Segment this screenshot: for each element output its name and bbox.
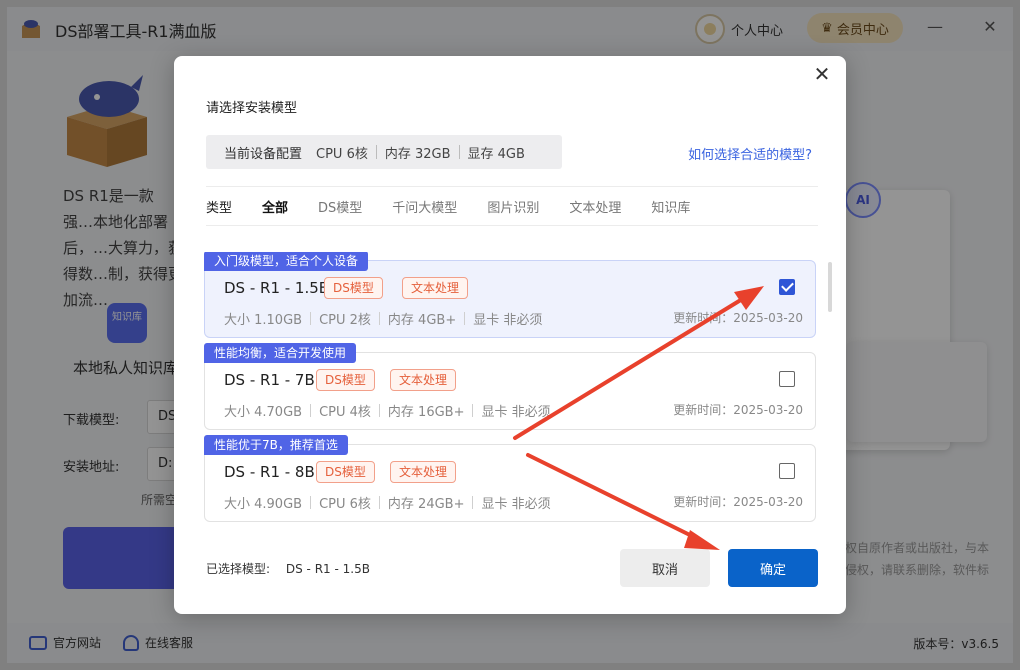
model-help-link[interactable]: 如何选择合适的模型?: [688, 144, 812, 163]
model-card-7b[interactable]: 性能均衡，适合开发使用 DS - R1 - 7B DS模型 文本处理 大小 4.…: [204, 343, 816, 430]
model-tag: 性能优于7B，推荐首选: [204, 435, 348, 455]
device-cpu: CPU 6核: [316, 146, 368, 162]
selected-model-value: DS - R1 - 1.5B: [285, 562, 370, 576]
model-checkbox[interactable]: [779, 371, 795, 387]
model-specs: 大小 4.90GB CPU 6核 内存 24GB+ 显卡 非必须: [224, 493, 551, 512]
model-tag: 入门级模型，适合个人设备: [204, 252, 369, 271]
model-cpu: CPU 4核: [319, 405, 371, 420]
model-pill: 文本处理: [390, 461, 457, 483]
model-gpu: 显卡 非必须: [473, 313, 543, 328]
divider: [464, 312, 466, 325]
list-scrollbar[interactable]: [828, 262, 832, 312]
model-name: DS - R1 - 8B: [224, 463, 315, 481]
model-select-dialog: ✕ 请选择安装模型 当前设备配置 CPU 6核 内存 32GB 显存 4GB 如…: [174, 56, 846, 614]
model-memory: 内存 4GB+: [387, 313, 457, 328]
tab-text-processing[interactable]: 文本处理: [569, 197, 621, 216]
model-tag: 性能均衡，适合开发使用: [204, 343, 357, 363]
model-pill: 文本处理: [402, 277, 469, 299]
divider: [378, 312, 380, 325]
device-memory: 内存 32GB: [384, 146, 451, 162]
dialog-close-button[interactable]: ✕: [812, 64, 832, 84]
selected-model-line: 已选择模型: DS - R1 - 1.5B: [206, 560, 370, 577]
model-checkbox[interactable]: [779, 279, 795, 295]
tab-qwen-model[interactable]: 千问大模型: [392, 197, 457, 216]
device-config-label: 当前设备配置: [224, 146, 303, 162]
selected-model-label: 已选择模型:: [206, 562, 271, 576]
tabs-type-label: 类型: [206, 200, 233, 216]
confirm-button[interactable]: 确定: [728, 549, 818, 587]
model-memory: 内存 16GB+: [387, 405, 465, 420]
model-cpu: CPU 2核: [319, 313, 371, 328]
divider: [378, 496, 380, 509]
divider: [310, 404, 312, 417]
divider: [310, 496, 312, 509]
dialog-title: 请选择安装模型: [206, 101, 298, 116]
model-checkbox[interactable]: [779, 463, 795, 479]
cancel-button[interactable]: 取消: [620, 549, 710, 587]
model-name: DS - R1 - 1.5B: [224, 279, 330, 297]
model-pill: DS模型: [316, 461, 375, 483]
tab-all[interactable]: 全部: [262, 197, 288, 216]
model-size: 大小 4.90GB: [224, 497, 303, 512]
divider: [472, 404, 474, 417]
divider: [472, 496, 474, 509]
model-updated: 更新时间：2025-03-20: [673, 495, 803, 509]
model-name: DS - R1 - 7B: [224, 371, 315, 389]
model-updated: 更新时间：2025-03-20: [673, 311, 803, 325]
model-pill: DS模型: [316, 369, 375, 391]
category-tabs: 类型 全部 DS模型 千问大模型 图片识别 文本处理 知识库: [206, 186, 818, 226]
divider: [310, 312, 312, 325]
model-specs: 大小 4.70GB CPU 4核 内存 16GB+ 显卡 非必须: [224, 401, 551, 420]
model-gpu: 显卡 非必须: [481, 497, 551, 512]
tab-image-recognition[interactable]: 图片识别: [487, 197, 539, 216]
device-config-box: 当前设备配置 CPU 6核 内存 32GB 显存 4GB: [206, 135, 562, 169]
model-memory: 内存 24GB+: [387, 497, 465, 512]
model-pill: 文本处理: [390, 369, 457, 391]
model-pill: DS模型: [324, 277, 383, 299]
tab-ds-model[interactable]: DS模型: [318, 197, 362, 216]
device-gpu: 显存 4GB: [467, 146, 525, 162]
divider: [378, 404, 380, 417]
model-size: 大小 1.10GB: [224, 313, 303, 328]
model-specs: 大小 1.10GB CPU 2核 内存 4GB+ 显卡 非必须: [224, 309, 542, 328]
model-list: 入门级模型，适合个人设备 DS - R1 - 1.5B DS模型 文本处理 大小…: [202, 252, 818, 524]
divider: [458, 145, 460, 159]
divider: [375, 145, 377, 159]
model-gpu: 显卡 非必须: [481, 405, 551, 420]
model-size: 大小 4.70GB: [224, 405, 303, 420]
model-card-1-5b[interactable]: 入门级模型，适合个人设备 DS - R1 - 1.5B DS模型 文本处理 大小…: [204, 252, 816, 338]
model-cpu: CPU 6核: [319, 497, 371, 512]
model-updated: 更新时间：2025-03-20: [673, 403, 803, 417]
tab-knowledge-base[interactable]: 知识库: [651, 197, 690, 216]
model-card-8b[interactable]: 性能优于7B，推荐首选 DS - R1 - 8B DS模型 文本处理 大小 4.…: [204, 435, 816, 522]
